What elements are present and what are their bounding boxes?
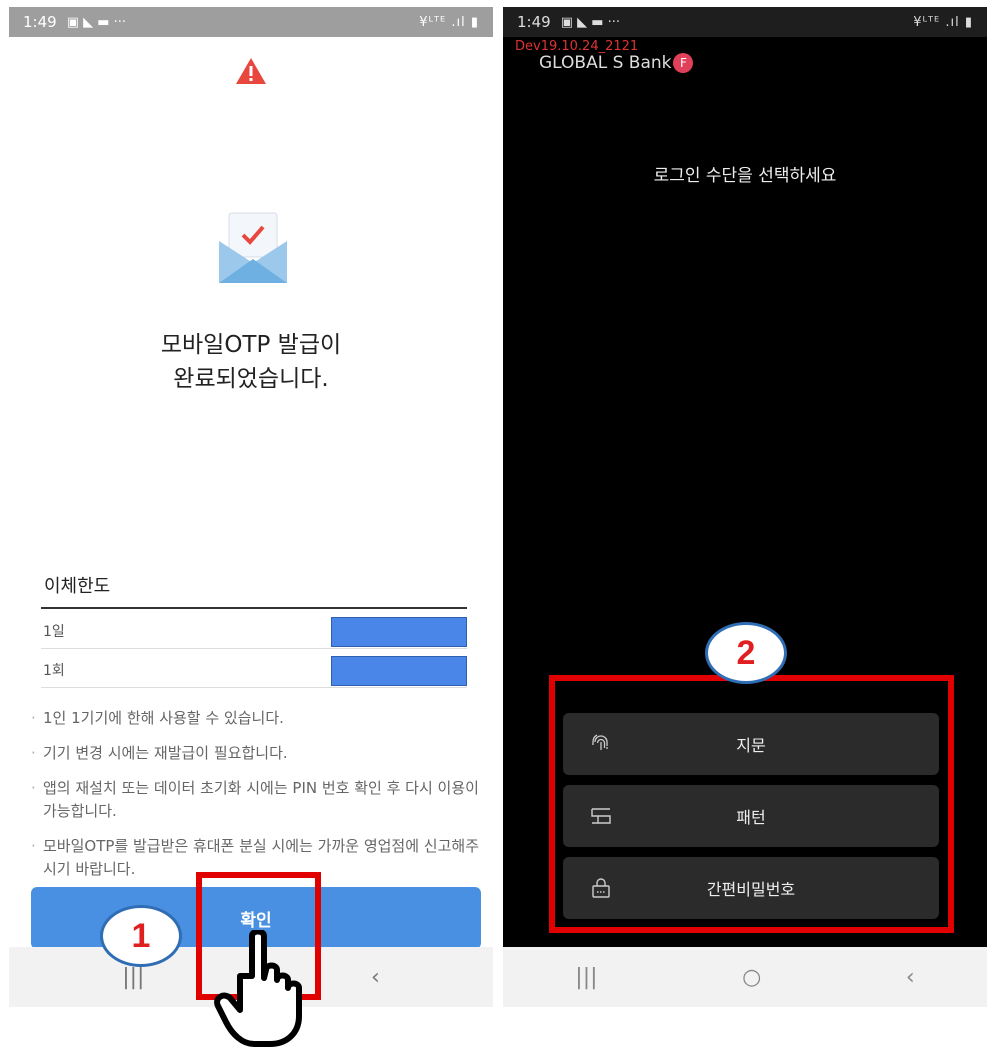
bank-name-text: GLOBAL S Bank xyxy=(539,53,672,73)
redacted-limit-value xyxy=(331,617,467,647)
notification-icons: ▣ ◣ ▬ ··· xyxy=(560,14,621,30)
dev-build-label: Dev19.10.24_2121 xyxy=(515,39,639,54)
signal-battery-icons: ¥ᴸᵀᴱ .ıl ▮ xyxy=(419,14,479,30)
back-button[interactable]: ‹ xyxy=(371,965,380,990)
transfer-limit-heading: 이체한도 xyxy=(44,576,111,597)
back-button[interactable]: ‹ xyxy=(906,965,915,990)
divider xyxy=(41,607,467,609)
limit-row-per-transaction: 1회 xyxy=(41,650,467,688)
notice-item: 앱의 재설치 또는 데이터 초기화 시에는 PIN 번호 확인 후 다시 이용이… xyxy=(31,777,479,823)
notice-list: 1인 1기기에 한해 사용할 수 있습니다. 기기 변경 시에는 재발급이 필요… xyxy=(31,707,479,893)
mail-check-icon xyxy=(219,212,287,283)
redacted-limit-value xyxy=(331,656,467,686)
status-time: 1:49 xyxy=(517,13,551,31)
highlight-box-login-options xyxy=(549,675,954,933)
notice-item: 1인 1기기에 한해 사용할 수 있습니다. xyxy=(31,707,479,730)
completion-title-line1: 모바일OTP 발급이 xyxy=(160,332,342,358)
status-bar: 1:49 ▣ ◣ ▬ ··· ¥ᴸᵀᴱ .ıl ▮ xyxy=(503,7,987,37)
signal-battery-icons: ¥ᴸᵀᴱ .ıl ▮ xyxy=(913,14,973,30)
step-marker-1: 1 xyxy=(100,905,182,967)
limit-label: 1회 xyxy=(43,663,65,679)
status-bar: 1:49 ▣ ◣ ▬ ··· ¥ᴸᵀᴱ .ıl ▮ xyxy=(9,7,493,37)
pointing-hand-icon xyxy=(214,930,302,1047)
recent-apps-button[interactable]: ||| xyxy=(122,965,144,990)
left-phone-screen: 1:49 ▣ ◣ ▬ ··· ¥ᴸᵀᴱ .ıl ▮ 모바일OTP 발급이 완료되… xyxy=(9,7,493,1007)
notice-item: 기기 변경 시에는 재발급이 필요합니다. xyxy=(31,742,479,765)
step-marker-2: 2 xyxy=(705,622,787,684)
completion-title-line2: 완료되었습니다. xyxy=(173,366,329,392)
notification-icons: ▣ ◣ ▬ ··· xyxy=(66,14,127,30)
home-button[interactable]: ○ xyxy=(742,965,761,990)
recent-apps-button[interactable]: ||| xyxy=(575,965,597,990)
android-nav-bar: ||| ○ ‹ xyxy=(503,947,987,1007)
limit-row-daily: 1일 xyxy=(41,611,467,649)
warning-icon xyxy=(236,58,266,84)
login-method-prompt: 로그인 수단을 선택하세요 xyxy=(653,166,837,186)
bank-logo: GLOBAL S Bank F xyxy=(539,53,694,73)
bank-badge: F xyxy=(673,53,694,73)
limit-label: 1일 xyxy=(43,624,65,640)
status-time: 1:49 xyxy=(23,13,57,31)
